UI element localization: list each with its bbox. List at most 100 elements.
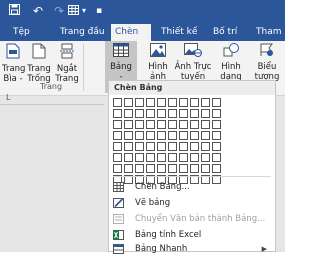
- table-grid-cell[interactable]: [124, 153, 133, 162]
- table-grid-cell[interactable]: [168, 109, 177, 118]
- online-pictures-button[interactable]: Ảnh Trực tuyến: [174, 43, 212, 82]
- shapes-label-1: Hình: [221, 62, 241, 72]
- table-grid-cell[interactable]: [168, 131, 177, 140]
- table-grid-cell[interactable]: [124, 131, 133, 140]
- table-grid-cell[interactable]: [212, 98, 221, 107]
- cover-page-button[interactable]: Trang Bìa -: [2, 43, 25, 84]
- table-grid-cell[interactable]: [157, 153, 166, 162]
- table-grid-cell[interactable]: [113, 109, 122, 118]
- table-grid-cell[interactable]: [179, 164, 188, 173]
- insert-table-menu-item[interactable]: Chèn Bảng...: [109, 179, 275, 195]
- pictures-button[interactable]: Hình ảnh: [146, 43, 170, 82]
- table-grid-cell[interactable]: [135, 164, 144, 173]
- customize-dropdown-icon[interactable]: ▾: [82, 4, 86, 18]
- table-grid-cell[interactable]: [124, 98, 133, 107]
- table-grid-cell[interactable]: [201, 120, 210, 129]
- tab-design[interactable]: Thiết kế: [161, 26, 197, 39]
- table-grid-cell[interactable]: [212, 153, 221, 162]
- table-grid-cell[interactable]: [113, 131, 122, 140]
- table-grid-cell[interactable]: [179, 98, 188, 107]
- table-grid-cell[interactable]: [135, 142, 144, 151]
- table-grid-cell[interactable]: [179, 120, 188, 129]
- table-grid-cell[interactable]: [146, 109, 155, 118]
- table-grid-cell[interactable]: [146, 142, 155, 151]
- draw-table-menu-item[interactable]: Vẽ bảng: [109, 195, 275, 211]
- table-grid-cell[interactable]: [212, 164, 221, 173]
- table-grid-cell[interactable]: [179, 153, 188, 162]
- undo-icon[interactable]: ↶: [33, 4, 43, 18]
- table-grid-cell[interactable]: [179, 131, 188, 140]
- table-grid-cell[interactable]: [168, 142, 177, 151]
- table-grid-cell[interactable]: [124, 120, 133, 129]
- tab-references[interactable]: Tham: [256, 26, 281, 39]
- table-grid-cell[interactable]: [157, 109, 166, 118]
- quick-tables-menu-item[interactable]: Bảng Nhanh ▶: [109, 241, 275, 257]
- excel-spreadsheet-icon: [113, 230, 124, 240]
- tab-layout[interactable]: Bố trí: [213, 26, 237, 39]
- tab-insert[interactable]: Chèn: [111, 24, 151, 41]
- table-grid-cell[interactable]: [135, 109, 144, 118]
- table-grid-cell[interactable]: [179, 142, 188, 151]
- table-grid-cell[interactable]: [201, 164, 210, 173]
- blank-page-label-1: Trang: [27, 64, 51, 74]
- table-grid-cell[interactable]: [157, 142, 166, 151]
- table-grid-cell[interactable]: [190, 131, 199, 140]
- blank-page-button[interactable]: Trang Trống: [27, 43, 51, 84]
- table-grid-cell[interactable]: [113, 142, 122, 151]
- save-icon[interactable]: [9, 4, 20, 18]
- table-grid-cell[interactable]: [113, 164, 122, 173]
- table-grid-cell[interactable]: [157, 120, 166, 129]
- table-grid-cell[interactable]: [190, 120, 199, 129]
- table-grid-cell[interactable]: [146, 164, 155, 173]
- table-grid-cell[interactable]: [124, 109, 133, 118]
- table-grid-cell[interactable]: [179, 109, 188, 118]
- table-grid-cell[interactable]: [135, 153, 144, 162]
- cover-page-icon: [2, 43, 24, 62]
- table-grid-cell[interactable]: [113, 153, 122, 162]
- more-icon[interactable]: ▪: [96, 4, 102, 18]
- table-grid-cell[interactable]: [146, 153, 155, 162]
- table-grid-cell[interactable]: [135, 131, 144, 140]
- table-grid-cell[interactable]: [190, 153, 199, 162]
- table-grid-cell[interactable]: [201, 131, 210, 140]
- table-grid-cell[interactable]: [190, 164, 199, 173]
- convert-text-to-table-menu-item[interactable]: Chuyển Văn bản thành Bảng...: [109, 211, 275, 227]
- table-grid-cell[interactable]: [212, 131, 221, 140]
- table-grid-cell[interactable]: [146, 98, 155, 107]
- table-grid-cell[interactable]: [212, 142, 221, 151]
- icons-flag-icon: [252, 43, 282, 60]
- table-grid-cell[interactable]: [124, 142, 133, 151]
- table-grid-cell[interactable]: [157, 131, 166, 140]
- table-grid-cell[interactable]: [113, 98, 122, 107]
- table-grid-cell[interactable]: [201, 109, 210, 118]
- table-grid-cell[interactable]: [168, 98, 177, 107]
- table-grid-cell[interactable]: [168, 153, 177, 162]
- icons-button[interactable]: Biểu tượng: [252, 43, 282, 82]
- table-grid-cell[interactable]: [146, 120, 155, 129]
- table-grid-cell[interactable]: [190, 109, 199, 118]
- table-grid-cell[interactable]: [201, 98, 210, 107]
- table-grid-cell[interactable]: [190, 142, 199, 151]
- table-grid-cell[interactable]: [201, 153, 210, 162]
- tab-home[interactable]: Trang đầu: [60, 26, 105, 39]
- convert-text-to-table-label: Chuyển Văn bản thành Bảng...: [135, 214, 266, 224]
- table-grid-cell[interactable]: [146, 131, 155, 140]
- tab-file[interactable]: Tệp: [13, 26, 30, 39]
- table-grid-cell[interactable]: [168, 164, 177, 173]
- table-grid-cell[interactable]: [124, 164, 133, 173]
- quick-tables-icon: [113, 244, 124, 254]
- table-view-icon[interactable]: [68, 4, 79, 18]
- table-grid-cell[interactable]: [135, 98, 144, 107]
- table-grid-cell[interactable]: [135, 120, 144, 129]
- redo-icon[interactable]: ↷: [54, 4, 64, 18]
- table-grid-cell[interactable]: [157, 164, 166, 173]
- table-grid-cell[interactable]: [157, 98, 166, 107]
- table-grid-cell[interactable]: [212, 120, 221, 129]
- table-grid-cell[interactable]: [201, 142, 210, 151]
- table-grid-cell[interactable]: [113, 120, 122, 129]
- table-grid-cell[interactable]: [168, 120, 177, 129]
- page-break-button[interactable]: Ngắt Trang: [55, 43, 79, 84]
- tab-stop-marker[interactable]: L: [6, 93, 10, 102]
- table-grid-cell[interactable]: [212, 109, 221, 118]
- table-grid-cell[interactable]: [190, 98, 199, 107]
